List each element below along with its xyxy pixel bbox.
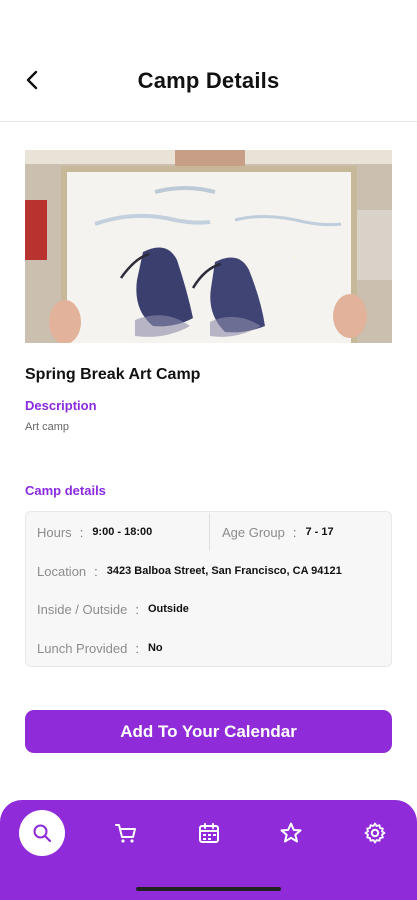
tab-settings[interactable]	[352, 810, 398, 856]
tab-search[interactable]	[19, 810, 65, 856]
search-icon	[33, 824, 52, 843]
hours-cell: Hours : 9:00 - 18:00	[26, 513, 210, 551]
age-group-value: 7 - 17	[305, 526, 334, 538]
location-cell: Location : 3423 Balboa Street, San Franc…	[26, 552, 342, 590]
separator: :	[94, 563, 98, 579]
lunch-label: Lunch Provided	[37, 640, 128, 656]
location-value: 3423 Balboa Street, San Francisco, CA 94…	[106, 565, 342, 577]
details-row-lunch: Lunch Provided : No	[26, 629, 391, 667]
lunch-value: No	[147, 642, 163, 654]
camp-name: Spring Break Art Camp	[25, 366, 201, 383]
details-row-inside-outside: Inside / Outside : Outside	[26, 590, 391, 628]
hours-label: Hours	[37, 524, 72, 540]
age-group-cell: Age Group : 7 - 17	[210, 513, 391, 551]
bottom-tab-bar	[0, 800, 417, 900]
separator: :	[292, 524, 297, 540]
header: Camp Details	[0, 0, 417, 122]
camp-details-card: Hours : 9:00 - 18:00 Age Group : 7 - 17 …	[25, 511, 392, 667]
page-title: Camp Details	[137, 68, 280, 93]
inside-outside-value: Outside	[147, 603, 189, 615]
details-row-hours-age: Hours : 9:00 - 18:00 Age Group : 7 - 17	[26, 513, 391, 551]
tab-calendar[interactable]	[186, 810, 232, 856]
inside-outside-label: Inside / Outside	[37, 601, 128, 617]
details-row-location: Location : 3423 Balboa Street, San Franc…	[26, 552, 391, 590]
separator: :	[79, 524, 84, 540]
inside-outside-cell: Inside / Outside : Outside	[26, 590, 189, 628]
description-label: Description	[25, 398, 97, 413]
lunch-cell: Lunch Provided : No	[26, 629, 163, 667]
calendar-icon	[199, 823, 219, 843]
star-icon	[280, 822, 302, 843]
gear-icon	[364, 822, 386, 844]
add-to-calendar-button[interactable]: Add To Your Calendar	[25, 710, 392, 753]
description-text: Art camp	[25, 421, 70, 433]
separator: :	[135, 640, 139, 656]
hours-value: 9:00 - 18:00	[92, 526, 153, 538]
age-group-label: Age Group	[222, 524, 285, 540]
home-indicator	[136, 887, 281, 891]
location-label: Location	[37, 563, 87, 579]
camp-image	[25, 150, 392, 343]
cart-icon	[115, 824, 136, 843]
separator: :	[135, 601, 139, 617]
camp-details-label: Camp details	[25, 483, 106, 498]
tab-favorites[interactable]	[268, 810, 314, 856]
tab-cart[interactable]	[103, 810, 149, 856]
